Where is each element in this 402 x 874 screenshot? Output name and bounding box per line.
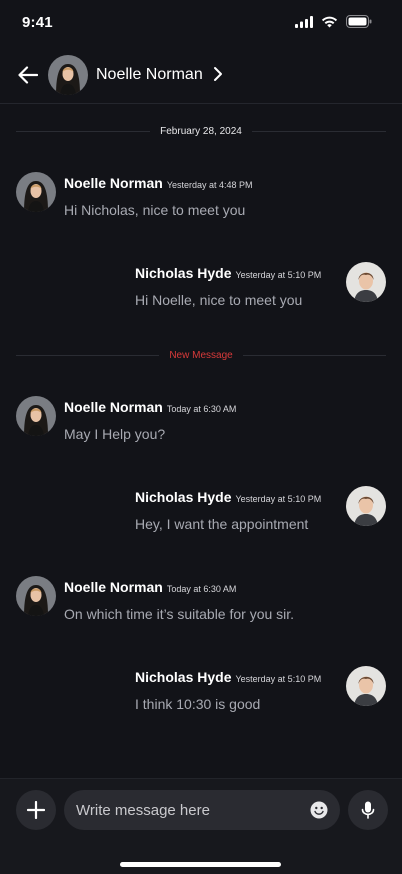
- message-input-wrapper: [64, 790, 340, 830]
- message-header: Nicholas Hyde Yesterday at 5:10 PM: [135, 669, 321, 685]
- avatar-man-icon: [346, 262, 386, 302]
- chat-header: Noelle Norman: [0, 46, 402, 104]
- signal-icon: [295, 15, 313, 28]
- sender-avatar[interactable]: [346, 486, 386, 526]
- avatar-woman-icon: [16, 172, 56, 212]
- message-time: Yesterday at 5:10 PM: [235, 270, 322, 280]
- sender-name: Nicholas Hyde: [135, 265, 232, 281]
- sender-avatar[interactable]: [346, 666, 386, 706]
- message-text: Hi Noelle, nice to meet you: [135, 292, 303, 308]
- message-time: Yesterday at 5:10 PM: [235, 674, 322, 684]
- battery-icon: [346, 15, 372, 28]
- date-divider-label: February 28, 2024: [160, 125, 242, 137]
- sender-avatar[interactable]: [16, 172, 56, 212]
- message-composer: [0, 778, 402, 874]
- message-time: Yesterday at 4:48 PM: [166, 180, 253, 190]
- sender-name: Nicholas Hyde: [135, 669, 232, 685]
- sender-name: Nicholas Hyde: [135, 489, 232, 505]
- status-time: 9:41: [22, 14, 53, 31]
- message-time: Yesterday at 5:10 PM: [235, 494, 322, 504]
- back-button[interactable]: [16, 63, 40, 87]
- home-indicator: [120, 862, 281, 867]
- avatar-woman-icon: [48, 55, 88, 95]
- new-message-label: New Message: [169, 349, 233, 361]
- microphone-icon: [361, 801, 375, 819]
- message-text: Hey, I want the appointment: [135, 516, 309, 532]
- divider-line: [16, 130, 151, 132]
- message-time: Today at 6:30 AM: [166, 404, 237, 414]
- contact-name[interactable]: Noelle Norman: [96, 66, 203, 84]
- divider-line: [16, 354, 160, 356]
- wifi-icon: [321, 16, 338, 27]
- chevron-right-icon[interactable]: [210, 66, 226, 82]
- message-text: I think 10:30 is good: [135, 696, 261, 712]
- sender-name: Noelle Norman: [64, 175, 163, 191]
- sender-avatar[interactable]: [346, 262, 386, 302]
- status-icons: [295, 15, 372, 28]
- sender-name: Noelle Norman: [64, 579, 163, 595]
- date-divider: February 28, 2024: [16, 124, 386, 138]
- message-header: Noelle Norman Today at 6:30 AM: [64, 579, 236, 595]
- avatar-woman-icon: [16, 396, 56, 436]
- message-time: Today at 6:30 AM: [166, 584, 237, 594]
- message-text: Hi Nicholas, nice to meet you: [64, 202, 246, 218]
- message-text: On which time it’s suitable for you sir.: [64, 606, 295, 622]
- divider-line: [242, 354, 387, 356]
- sender-avatar[interactable]: [16, 576, 56, 616]
- message-header: Nicholas Hyde Yesterday at 5:10 PM: [135, 489, 321, 505]
- smiley-icon[interactable]: [310, 801, 328, 819]
- message-text: May I Help you?: [64, 426, 166, 442]
- avatar-woman-icon: [16, 576, 56, 616]
- contact-avatar[interactable]: [48, 55, 88, 95]
- add-attachment-button[interactable]: [16, 790, 56, 830]
- avatar-man-icon: [346, 486, 386, 526]
- status-bar: 9:41: [0, 0, 402, 46]
- sender-name: Noelle Norman: [64, 399, 163, 415]
- new-message-divider: New Message: [16, 348, 387, 362]
- avatar-man-icon: [346, 666, 386, 706]
- plus-icon: [27, 801, 45, 819]
- message-header: Noelle Norman Today at 6:30 AM: [64, 399, 236, 415]
- sender-avatar[interactable]: [16, 396, 56, 436]
- back-arrow-icon: [18, 66, 38, 84]
- message-header: Nicholas Hyde Yesterday at 5:10 PM: [135, 265, 321, 281]
- voice-record-button[interactable]: [348, 790, 388, 830]
- message-header: Noelle Norman Yesterday at 4:48 PM: [64, 175, 253, 191]
- message-input[interactable]: [76, 790, 306, 830]
- divider-line: [251, 130, 386, 132]
